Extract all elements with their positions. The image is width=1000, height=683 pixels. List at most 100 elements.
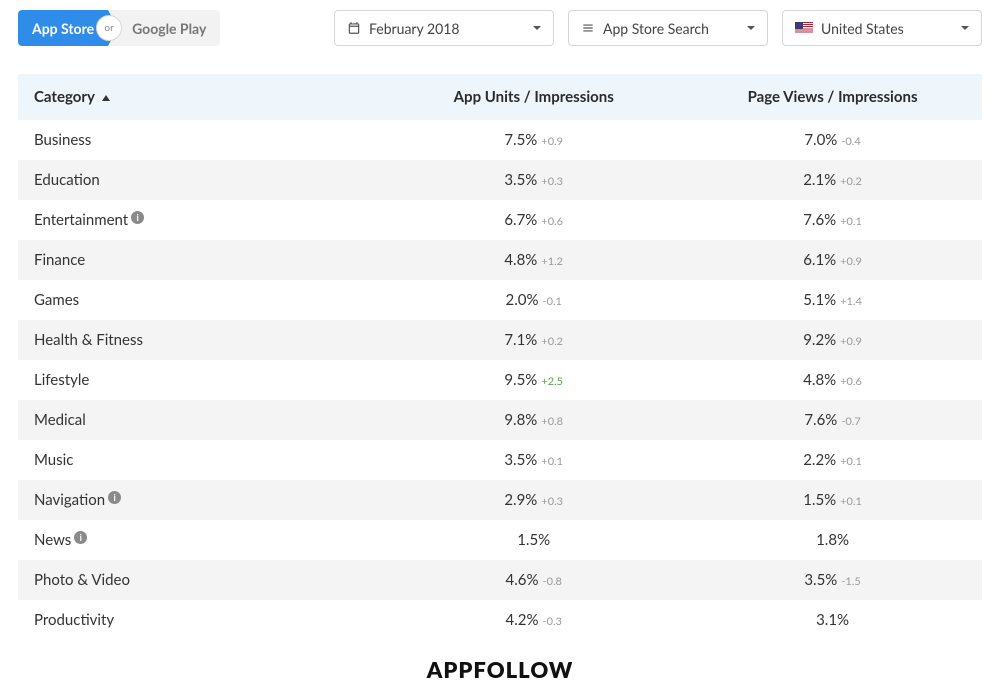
cell-app-units: 7.5%+0.9: [384, 120, 683, 160]
cell-app-units: 3.5%+0.1: [384, 440, 683, 480]
cell-page-views-value: 1.5%: [803, 491, 836, 509]
cell-page-views-delta: +0.6: [840, 375, 862, 388]
cell-page-views-value: 2.2%: [803, 451, 836, 469]
date-dropdown[interactable]: February 2018: [334, 10, 554, 46]
us-flag-icon: [795, 22, 813, 34]
toggle-app-store-label: App Store: [32, 20, 94, 37]
cell-page-views-delta: -0.4: [841, 135, 860, 148]
cell-category: Finance: [18, 240, 384, 280]
cell-page-views: 3.1%: [683, 600, 982, 640]
table-row: Newsi1.5%1.8%: [18, 520, 982, 560]
cell-app-units-delta: +0.8: [541, 415, 563, 428]
cell-page-views: 7.6%+0.1: [683, 200, 982, 240]
cell-app-units-value: 4.8%: [504, 251, 537, 269]
cell-app-units-delta: +0.1: [541, 455, 563, 468]
toggle-app-store[interactable]: App Store: [18, 10, 108, 46]
source-dropdown-label: App Store Search: [603, 20, 709, 37]
chevron-down-icon: [533, 26, 541, 30]
cell-page-views-value: 9.2%: [803, 331, 836, 349]
cell-app-units: 1.5%: [384, 520, 683, 560]
table-row: Health & Fitness 7.1%+0.2 9.2% +0.9: [18, 320, 982, 360]
table-row: Medical 9.8%+0.87.6%-0.7: [18, 400, 982, 440]
cell-app-units-delta: -0.3: [542, 615, 561, 628]
col-header-page-views-label: Page Views / Impressions: [748, 88, 918, 106]
cell-app-units-delta: +0.9: [541, 135, 563, 148]
cell-page-views-delta: +0.9: [840, 255, 862, 268]
cell-app-units: 9.8%+0.8: [384, 400, 683, 440]
cell-app-units-delta: +1.2: [541, 255, 563, 268]
cell-page-views: 3.5%-1.5: [683, 560, 982, 600]
cell-category: Newsi: [18, 520, 384, 560]
brand-label: APPFOLLOW: [427, 656, 574, 683]
cell-app-units: 7.1%+0.2: [384, 320, 683, 360]
cell-page-views: 7.0% -0.4: [683, 120, 982, 160]
cell-page-views: 7.6%-0.7: [683, 400, 982, 440]
source-dropdown[interactable]: App Store Search: [568, 10, 768, 46]
cell-app-units-value: 9.5%: [504, 371, 537, 389]
cell-page-views: 2.2% +0.1: [683, 440, 982, 480]
toggle-or-label: or: [104, 22, 113, 34]
cell-category: Music: [18, 440, 384, 480]
cell-app-units: 9.5% +2.5: [384, 360, 683, 400]
cell-page-views-value: 5.1%: [803, 291, 836, 309]
cell-page-views: 4.8%+0.6: [683, 360, 982, 400]
cell-app-units: 4.8% +1.2: [384, 240, 683, 280]
cell-app-units-delta: +2.5: [541, 375, 563, 388]
cell-category: Medical: [18, 400, 384, 440]
cell-page-views-value: 7.0%: [804, 131, 837, 149]
table-row: Business 7.5%+0.9 7.0% -0.4: [18, 120, 982, 160]
cell-page-views-value: 3.1%: [816, 611, 849, 629]
cell-app-units: 2.9%+0.3: [384, 480, 683, 520]
table-body: Business7.5%+0.97.0%-0.4Education3.5%+0.…: [18, 120, 982, 640]
cell-app-units-delta: -0.8: [542, 575, 561, 588]
col-header-app-units[interactable]: App Units / Impressions: [384, 74, 683, 120]
cell-page-views: 2.1%+0.2: [683, 160, 982, 200]
cell-page-views-delta: +0.9: [840, 335, 862, 348]
cell-page-views: 5.1%+1.4: [683, 280, 982, 320]
cell-category: Productivity: [18, 600, 384, 640]
cell-app-units: 4.2%-0.3: [384, 600, 683, 640]
cell-app-units-value: 4.6%: [506, 571, 539, 589]
cell-page-views-delta: +0.1: [840, 455, 862, 468]
cell-app-units-value: 7.1%: [504, 331, 537, 349]
country-dropdown[interactable]: United States: [782, 10, 982, 46]
category-label: Music: [34, 451, 73, 469]
category-label: Finance: [34, 251, 85, 269]
col-header-page-views[interactable]: Page Views / Impressions: [683, 74, 982, 120]
category-label: Lifestyle: [34, 371, 89, 389]
cell-category: Education: [18, 160, 384, 200]
category-label: Medical: [34, 411, 86, 429]
toggle-google-play[interactable]: Google Play: [110, 10, 220, 46]
table-row: Music 3.5%+0.1 2.2% +0.1: [18, 440, 982, 480]
info-icon[interactable]: i: [74, 531, 87, 544]
table-row: Lifestyle 9.5% +2.5 4.8%+0.6: [18, 360, 982, 400]
col-header-app-units-label: App Units / Impressions: [454, 88, 614, 106]
table-row: Entertainmenti 6.7% +0.6 7.6%+0.1: [18, 200, 982, 240]
cell-app-units: 6.7% +0.6: [384, 200, 683, 240]
filter-bar: App Store or Google Play February 2018 A…: [18, 10, 982, 46]
cell-page-views-value: 3.5%: [804, 571, 837, 589]
col-header-category[interactable]: Category: [18, 74, 384, 120]
category-label: Health & Fitness: [34, 331, 143, 349]
cell-category: Entertainmenti: [18, 200, 384, 240]
category-label: Entertainment: [34, 211, 128, 229]
cell-category: Photo & Video: [18, 560, 384, 600]
cell-page-views-value: 6.1%: [803, 251, 836, 269]
cell-app-units: 4.6%-0.8: [384, 560, 683, 600]
cell-app-units-delta: -0.1: [542, 295, 561, 308]
cell-category: Business: [18, 120, 384, 160]
cell-page-views: 1.8%: [683, 520, 982, 560]
category-label: Games: [34, 291, 79, 309]
toggle-or-badge: or: [96, 15, 122, 41]
info-icon[interactable]: i: [108, 491, 121, 504]
cell-app-units-value: 6.7%: [504, 211, 537, 229]
category-label: Business: [34, 131, 91, 149]
table-row: Finance 4.8% +1.2 6.1% +0.9: [18, 240, 982, 280]
cell-page-views-delta: +0.2: [840, 175, 862, 188]
cell-app-units-value: 3.5%: [504, 171, 537, 189]
cell-app-units-delta: +0.6: [541, 215, 563, 228]
chevron-down-icon: [747, 26, 755, 30]
category-label: News: [34, 531, 71, 549]
info-icon[interactable]: i: [131, 211, 144, 224]
cell-page-views-delta: -0.7: [841, 415, 860, 428]
